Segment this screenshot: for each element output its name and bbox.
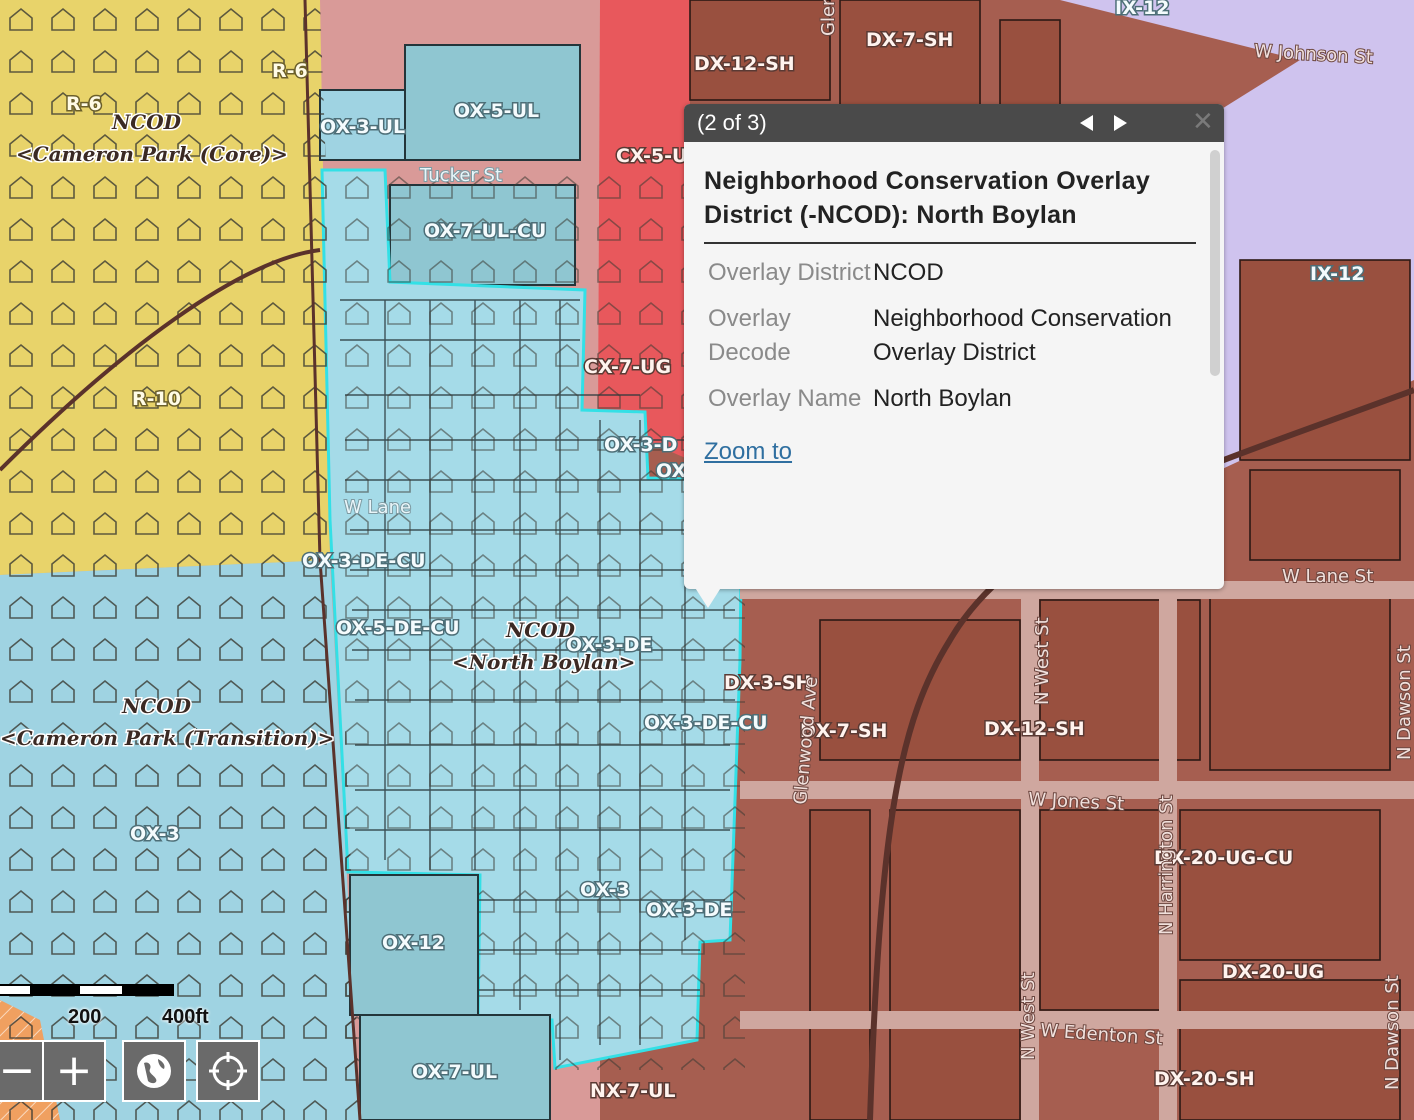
zone-label: OX-5-DE-CU bbox=[336, 617, 460, 639]
scale-label-end: 400ft bbox=[162, 1006, 209, 1028]
feature-popup: (2 of 3) ✕ Neighborhood Conservation Ove… bbox=[684, 104, 1224, 608]
zone-label: OX-3 bbox=[580, 879, 630, 901]
zoom-out-button[interactable]: − bbox=[0, 1040, 44, 1102]
scale-segment bbox=[32, 984, 78, 996]
street-label: W Lane bbox=[344, 497, 411, 518]
locate-button[interactable] bbox=[196, 1040, 260, 1102]
attribute-label: Overlay District bbox=[708, 259, 871, 286]
scale-bar: 200 400ft bbox=[0, 984, 209, 1034]
zone-label: IX-12 bbox=[1310, 263, 1365, 285]
popup-header: (2 of 3) ✕ bbox=[684, 104, 1224, 142]
basemap-button[interactable] bbox=[122, 1040, 186, 1102]
street-label: W Lane St bbox=[1282, 566, 1373, 587]
zone-label: OX-7-UL-CU bbox=[424, 220, 546, 242]
zoom-to-link[interactable]: Zoom to bbox=[704, 438, 792, 466]
street-label: N West St bbox=[1032, 617, 1053, 705]
zoom-in-button[interactable]: + bbox=[42, 1040, 106, 1102]
attribute-value: North Boylan bbox=[873, 385, 1012, 412]
zone-label: OX-3-D bbox=[604, 434, 677, 456]
feature-title: Neighborhood Conservation Overlay Distri… bbox=[704, 164, 1196, 244]
plus-icon: + bbox=[55, 1045, 93, 1096]
zone-label: NX-7-UL bbox=[590, 1080, 676, 1102]
globe-icon bbox=[137, 1054, 171, 1088]
street-label: Glen bbox=[818, 0, 839, 36]
zone-label: OX-3 bbox=[130, 823, 180, 845]
zone-label: OX-3-DE bbox=[646, 899, 732, 921]
zone-label: CX-7-UG bbox=[584, 356, 671, 378]
overlay-label-name: NCOD bbox=[505, 618, 576, 642]
scale-label-mid: 200 bbox=[68, 1006, 102, 1028]
attribute-row: Overlay Decode Neighborhood Conservation… bbox=[704, 302, 1196, 370]
zone-label: OX-3-DE-CU bbox=[644, 712, 768, 734]
minus-icon: − bbox=[0, 1045, 36, 1096]
attribute-label: Overlay Name bbox=[708, 385, 862, 412]
zone-label: OX-3-DE-CU bbox=[302, 550, 426, 572]
popup-counter: (2 of 3) bbox=[697, 110, 767, 135]
street-label: N Harrington St bbox=[1156, 795, 1177, 935]
zone-label: DX-7-SH bbox=[866, 29, 953, 51]
close-icon[interactable]: ✕ bbox=[1192, 109, 1214, 135]
zone-label: OX bbox=[656, 460, 686, 482]
overlay-label-sub: <Cameron Park (Transition)> bbox=[0, 726, 334, 750]
zone-label: R-6 bbox=[272, 60, 308, 82]
zone-label: DX-12-SH bbox=[694, 53, 795, 75]
overlay-label-sub: <North Boylan> bbox=[452, 650, 635, 674]
next-feature-icon[interactable] bbox=[1114, 115, 1127, 131]
overlay-label-name: NCOD bbox=[111, 110, 182, 134]
zone-label: DX-3-SH bbox=[724, 672, 811, 694]
attribute-value: NCOD bbox=[873, 259, 944, 286]
zone-label: DX-12-SH bbox=[984, 718, 1085, 740]
overlay-label-sub: <Cameron Park (Core)> bbox=[16, 142, 288, 166]
crosshair-icon bbox=[209, 1052, 247, 1090]
popup-pointer bbox=[694, 586, 722, 608]
previous-feature-icon[interactable] bbox=[1080, 115, 1093, 131]
attribute-label: Overlay Decode bbox=[708, 305, 791, 366]
scale-segment bbox=[0, 984, 32, 996]
scale-segment bbox=[78, 984, 124, 996]
overlay-label-name: NCOD bbox=[121, 694, 192, 718]
attribute-value: Neighborhood Conservation Overlay Distri… bbox=[873, 305, 1172, 366]
zone-label: OX-12 bbox=[382, 932, 445, 954]
street-label: N Dawson St bbox=[1382, 975, 1403, 1090]
zone-label: IX-12 bbox=[1115, 0, 1170, 19]
street-label: N Dawson St bbox=[1394, 645, 1414, 760]
street-label: N West St bbox=[1018, 972, 1039, 1060]
street-label: Tucker St bbox=[419, 165, 502, 186]
attribute-row: Overlay Name North Boylan bbox=[704, 382, 1196, 416]
zone-label: OX-3-UL bbox=[320, 116, 405, 138]
popup-body: Neighborhood Conservation Overlay Distri… bbox=[704, 164, 1196, 466]
zone-label: OX-5-UL bbox=[454, 100, 539, 122]
zone-label: CX-5-U bbox=[616, 145, 687, 167]
attribute-row: Overlay District NCOD bbox=[704, 256, 1196, 290]
zone-label: OX-7-UL bbox=[412, 1061, 497, 1083]
scale-segment bbox=[124, 984, 174, 996]
zone-label: DX-20-SH bbox=[1154, 1068, 1255, 1090]
zone-label: R-6 bbox=[66, 93, 102, 115]
zone-label: R-10 bbox=[132, 388, 181, 410]
zone-label: DX-20-UG bbox=[1222, 961, 1324, 983]
popup-scrollbar[interactable] bbox=[1210, 150, 1220, 376]
